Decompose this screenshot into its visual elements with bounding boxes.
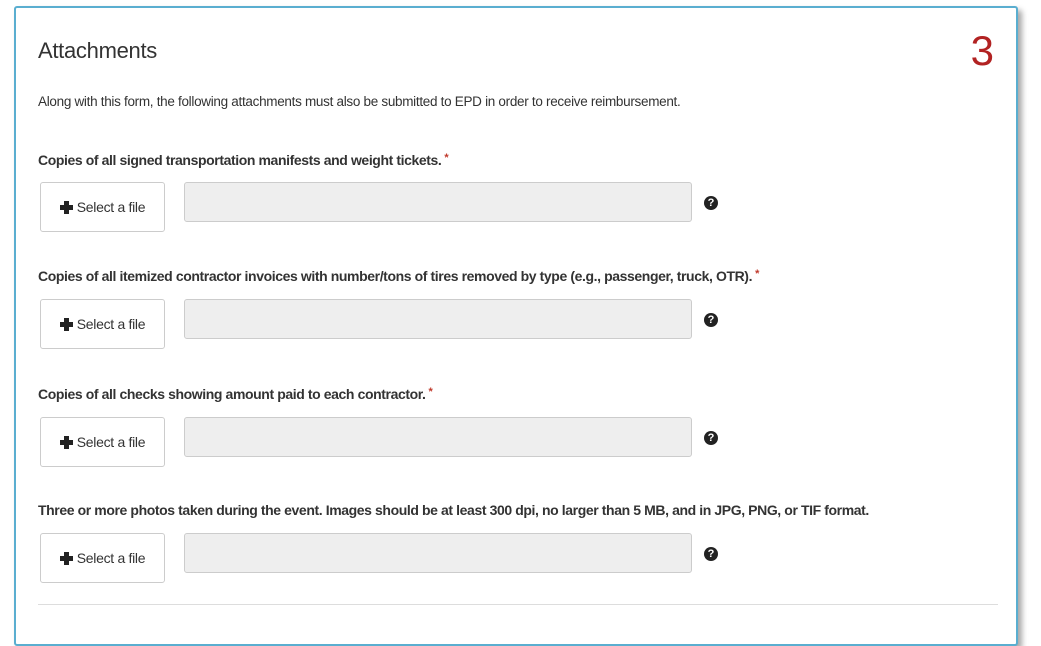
plus-icon — [59, 435, 73, 449]
required-marker: * — [755, 268, 759, 280]
question-circle-icon[interactable]: ? — [704, 547, 718, 561]
step-number: 3 — [970, 27, 994, 74]
field-label-text: Three or more photos taken during the ev… — [38, 502, 869, 518]
select-file-button[interactable]: Select a file — [40, 299, 165, 349]
plus-icon — [59, 200, 73, 214]
question-circle-icon[interactable]: ? — [704, 431, 718, 445]
question-circle-icon[interactable]: ? — [704, 313, 718, 327]
section-intro: Along with this form, the following atta… — [38, 94, 681, 109]
select-file-label: Select a file — [76, 434, 146, 450]
select-file-label: Select a file — [76, 550, 146, 566]
file-name-field[interactable] — [184, 417, 692, 457]
required-marker: * — [444, 152, 449, 164]
file-name-field[interactable] — [184, 182, 692, 222]
question-circle-icon[interactable]: ? — [704, 196, 718, 210]
next-section-divider — [38, 604, 998, 605]
field-label-photos: Three or more photos taken during the ev… — [38, 502, 869, 518]
select-file-button[interactable]: Select a file — [40, 533, 165, 583]
plus-icon — [59, 317, 73, 331]
required-marker: * — [428, 386, 433, 398]
select-file-button[interactable]: Select a file — [40, 417, 165, 467]
select-file-label: Select a file — [76, 316, 146, 332]
field-label-invoices: Copies of all itemized contractor invoic… — [38, 268, 759, 284]
field-label-text: Copies of all signed transportation mani… — [38, 152, 442, 168]
plus-icon — [59, 551, 73, 565]
file-name-field[interactable] — [184, 299, 692, 339]
select-file-button[interactable]: Select a file — [40, 182, 165, 232]
select-file-label: Select a file — [76, 199, 146, 215]
field-label-manifests: Copies of all signed transportation mani… — [38, 152, 449, 168]
field-label-text: Copies of all itemized contractor invoic… — [38, 268, 753, 284]
file-name-field[interactable] — [184, 533, 692, 573]
section-title: Attachments — [38, 38, 157, 63]
field-label-checks: Copies of all checks showing amount paid… — [38, 386, 433, 402]
attachments-panel: 3 Attachments Along with this form, the … — [14, 6, 1018, 646]
field-label-text: Copies of all checks showing amount paid… — [38, 386, 426, 402]
